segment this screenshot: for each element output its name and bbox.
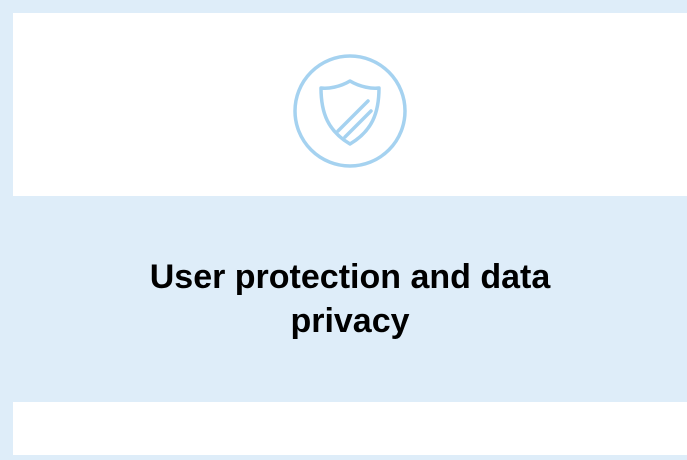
feature-card: User protection and data privacy	[0, 0, 687, 460]
title-band: User protection and data privacy	[13, 196, 687, 402]
icon-area	[13, 13, 687, 196]
shield-icon	[293, 54, 407, 168]
card-footer-space	[13, 402, 687, 455]
card-title: User protection and data privacy	[149, 258, 551, 340]
